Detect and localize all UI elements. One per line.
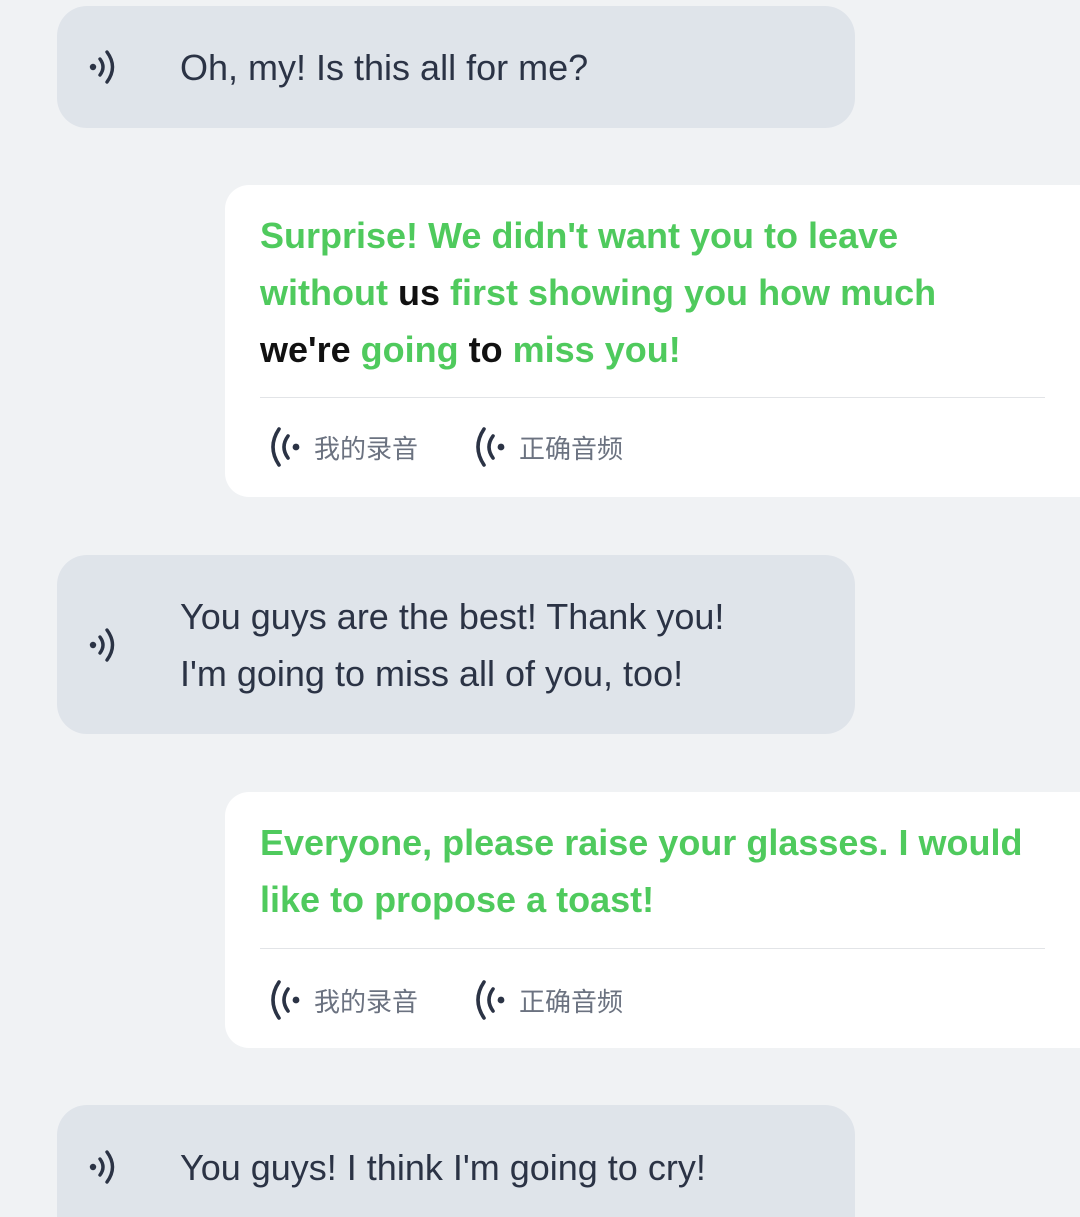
scored-sentence: Surprise! We didn't want you to leave wi…	[260, 207, 1050, 378]
incoming-message: Oh, my! Is this all for me?	[57, 6, 855, 128]
word: going	[360, 329, 459, 370]
message-line: You guys! I think I'm going to cry!	[180, 1147, 706, 1188]
speaker-play-icon[interactable]	[87, 47, 127, 87]
word: toast!	[556, 879, 655, 920]
word: first	[450, 272, 519, 313]
correct-audio-button[interactable]: 正确音频	[473, 978, 623, 1022]
word: glasses.	[746, 822, 889, 863]
audio-actions: 我的录音 正确音频	[268, 425, 678, 469]
correct-audio-icon	[476, 980, 505, 1020]
word: to	[468, 329, 503, 370]
word: without	[260, 272, 388, 313]
outgoing-message: Everyone, please raise your glasses. I w…	[225, 792, 1080, 1048]
message-text: You guys are the best! Thank you! I'm go…	[180, 588, 825, 702]
my-recording-icon	[271, 427, 300, 467]
word: want	[597, 215, 680, 256]
message-line: I'm going to miss all of you, too!	[180, 653, 684, 694]
speaker-play-icon[interactable]	[87, 1147, 127, 1187]
divider	[260, 397, 1045, 398]
correct-audio-label: 正确音频	[519, 434, 624, 465]
word: like	[260, 879, 321, 920]
word: We	[428, 215, 482, 256]
word: you!	[604, 329, 681, 370]
incoming-message: You guys! I think I'm going to cry!	[57, 1105, 855, 1217]
my-recording-label: 我的录音	[314, 987, 419, 1018]
word: please	[442, 822, 555, 863]
word: showing	[528, 272, 675, 313]
correct-audio-button[interactable]: 正确音频	[473, 425, 623, 469]
message-line: You guys are the best! Thank you!	[180, 596, 725, 637]
word: us	[397, 272, 440, 313]
word: didn't	[491, 215, 588, 256]
word: you	[690, 215, 755, 256]
message-line: Oh, my! Is this all for me?	[180, 47, 589, 88]
word: your	[658, 822, 737, 863]
message-text: You guys! I think I'm going to cry!	[180, 1139, 825, 1196]
word: we're	[260, 329, 351, 370]
correct-audio-icon	[476, 427, 505, 467]
outgoing-message: Surprise! We didn't want you to leave wi…	[225, 185, 1080, 497]
message-text: Oh, my! Is this all for me?	[180, 39, 825, 96]
word: Surprise!	[260, 215, 419, 256]
audio-actions: 我的录音 正确音频	[268, 978, 678, 1022]
word: raise	[564, 822, 649, 863]
word: I	[898, 822, 909, 863]
word: you	[684, 272, 749, 313]
speaker-play-icon[interactable]	[87, 625, 127, 665]
word: would	[918, 822, 1023, 863]
incoming-message: You guys are the best! Thank you! I'm go…	[57, 555, 855, 734]
word: Everyone,	[260, 822, 433, 863]
word: how	[758, 272, 831, 313]
word: propose	[374, 879, 517, 920]
my-recording-button[interactable]: 我的录音	[268, 425, 418, 469]
word: much	[840, 272, 937, 313]
correct-audio-label: 正确音频	[519, 987, 624, 1018]
word: leave	[808, 215, 899, 256]
word: to	[764, 215, 799, 256]
word: to	[330, 879, 365, 920]
word: miss	[512, 329, 595, 370]
my-recording-icon	[271, 980, 300, 1020]
divider	[260, 948, 1045, 949]
my-recording-button[interactable]: 我的录音	[268, 978, 418, 1022]
scored-sentence: Everyone, please raise your glasses. I w…	[260, 814, 1050, 928]
my-recording-label: 我的录音	[314, 434, 419, 465]
word: a	[526, 879, 547, 920]
